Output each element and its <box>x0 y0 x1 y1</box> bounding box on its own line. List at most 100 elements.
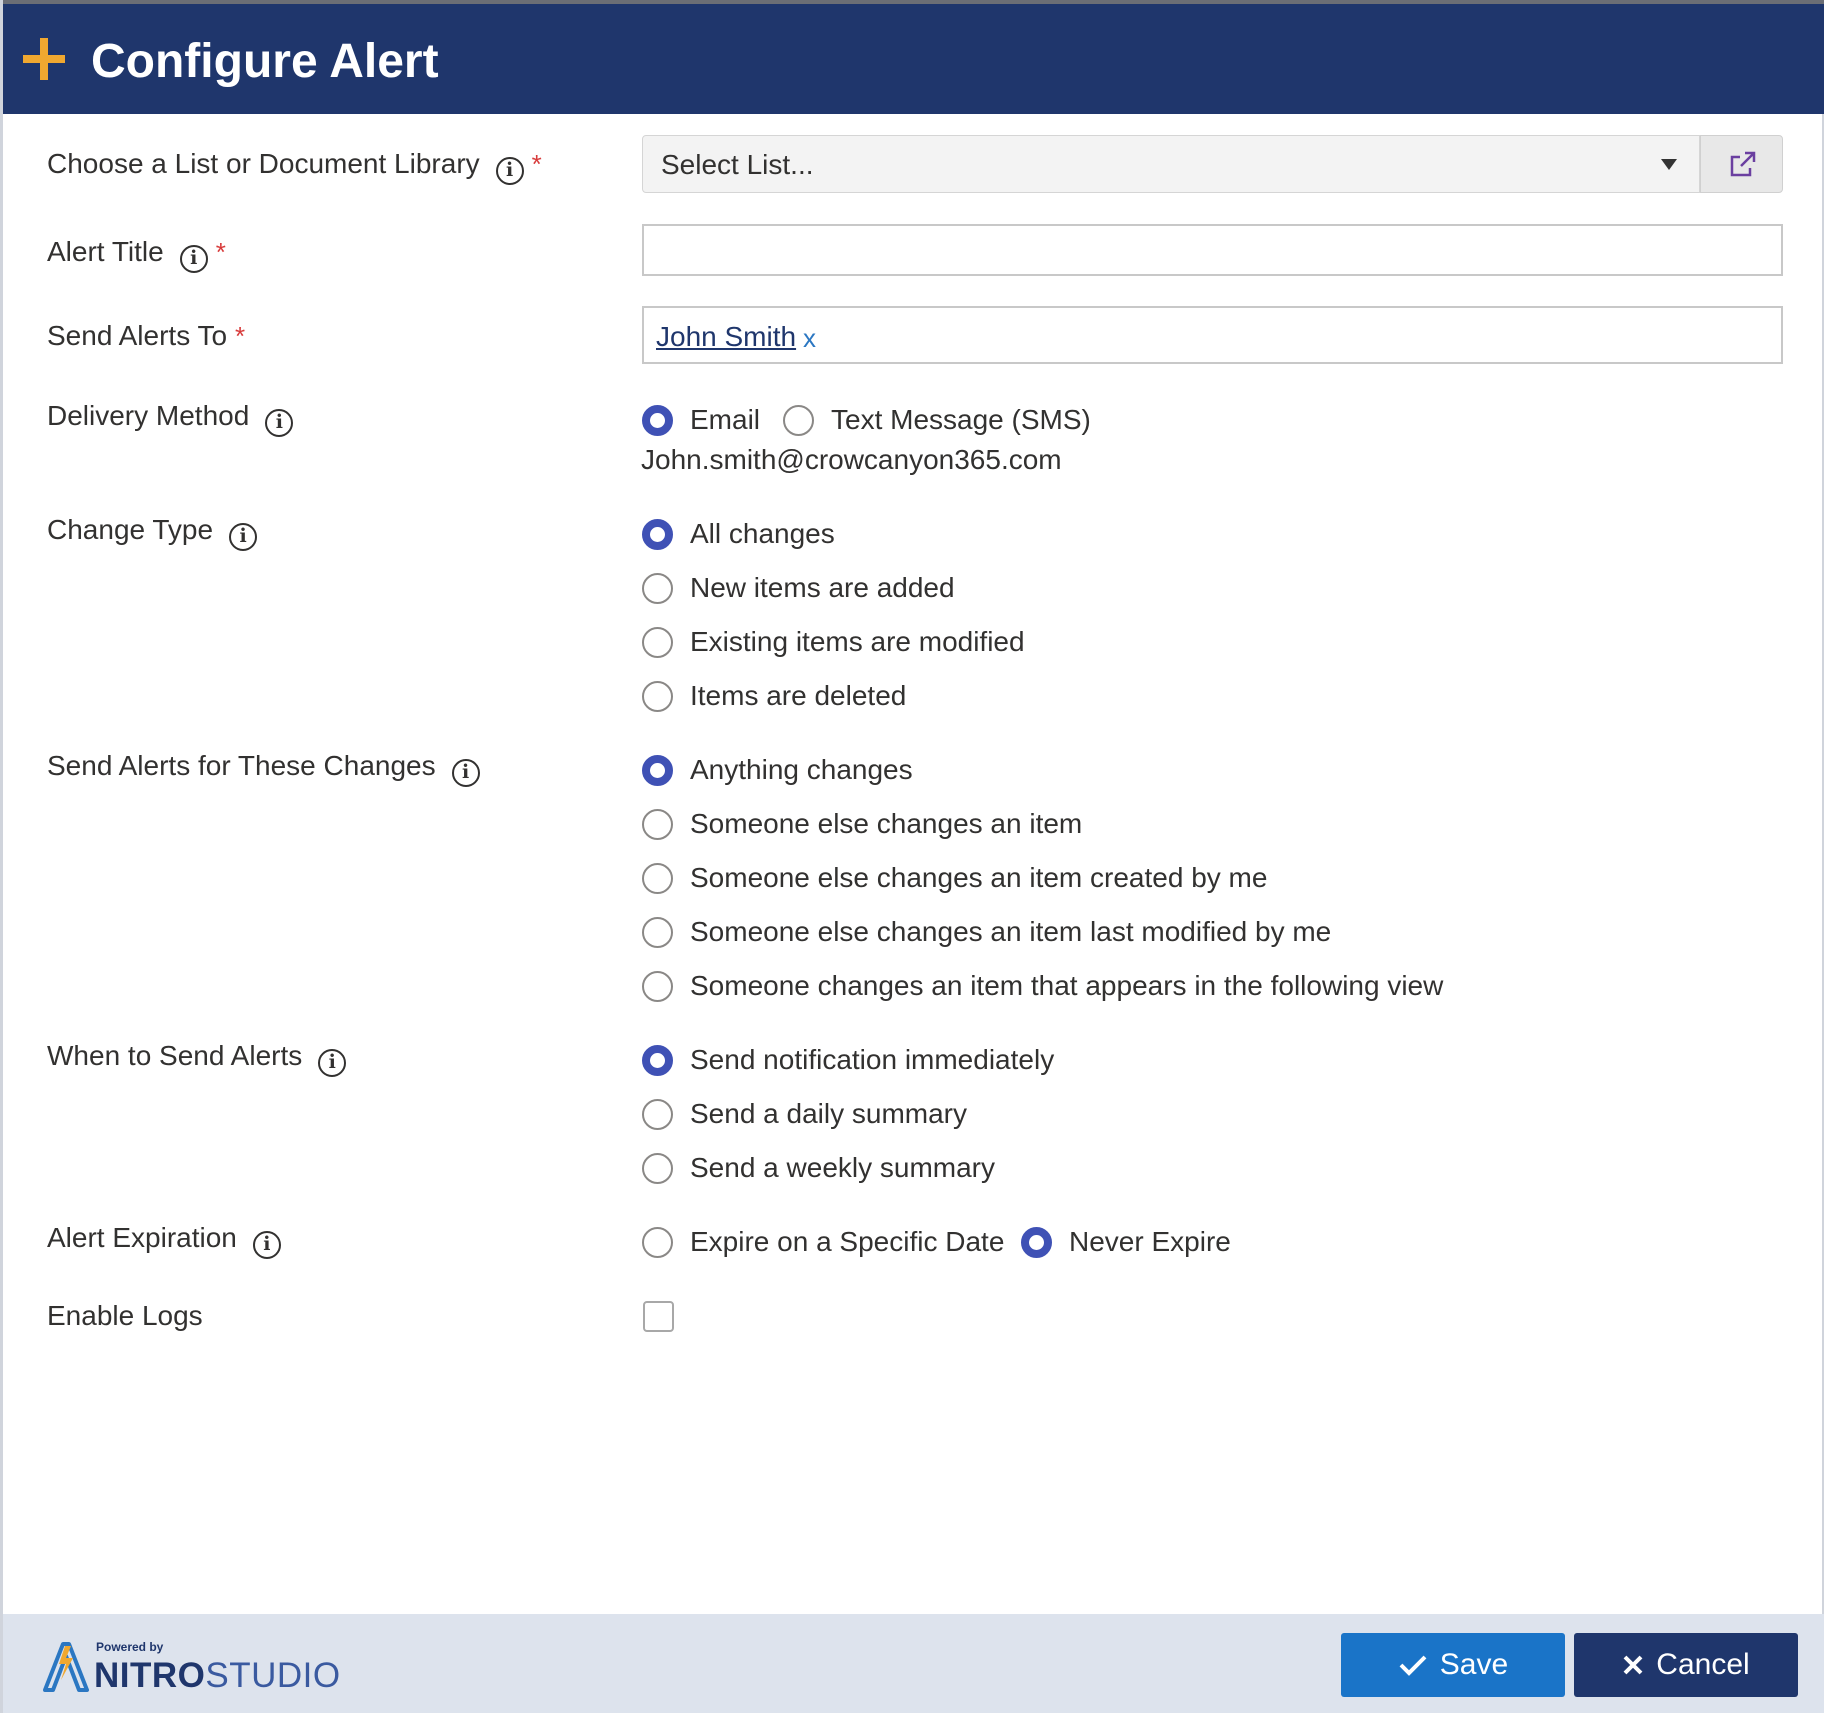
logs-label-row: Enable Logs <box>47 1298 203 1334</box>
change-type-option[interactable]: Items are deleted <box>642 676 906 716</box>
changes-filter-option[interactable]: Someone else changes an item created by … <box>642 858 1267 898</box>
radio-label: Existing items are modified <box>690 626 1025 657</box>
when-option[interactable]: Send a daily summary <box>642 1094 967 1134</box>
when-option[interactable]: Send a weekly summary <box>642 1148 995 1188</box>
radio-button[interactable] <box>642 1098 673 1130</box>
expiration-option-date[interactable]: Expire on a Specific Date <box>642 1222 1004 1262</box>
expiration-label-row: Alert Expiration i <box>47 1220 281 1259</box>
radio-label: Someone else changes an item <box>690 808 1083 839</box>
remove-person-button[interactable]: x <box>803 321 816 355</box>
brand-text: NITROSTUDIO <box>94 1656 341 1696</box>
save-label: Save <box>1439 1648 1509 1681</box>
logs-label: Enable Logs <box>47 1300 203 1331</box>
powered-by-text: Powered by <box>96 1640 164 1654</box>
delivery-option-sms[interactable]: Text Message (SMS) <box>783 400 1091 440</box>
when-label-row: When to Send Alerts i <box>47 1038 347 1077</box>
brand-bold: NITRO <box>94 1656 206 1695</box>
checkmark-icon <box>1399 1655 1427 1676</box>
cancel-button[interactable]: Cancel <box>1574 1633 1798 1697</box>
radio-label: All changes <box>690 518 835 549</box>
required-marker: * <box>235 321 246 351</box>
info-icon[interactable]: i <box>252 1231 281 1259</box>
open-list-button[interactable] <box>1700 135 1783 193</box>
nitro-logo-icon <box>43 1642 89 1692</box>
delivery-email-address: John.smith@crowcanyon365.com <box>641 444 1062 475</box>
radio-label: Someone else changes an item created by … <box>690 862 1268 893</box>
changes-filter-option[interactable]: Someone else changes an item last modifi… <box>642 912 1331 952</box>
info-icon[interactable]: i <box>318 1049 347 1077</box>
radio-button[interactable] <box>642 970 673 1002</box>
radio-button[interactable] <box>642 626 673 658</box>
radio-button[interactable] <box>642 916 673 948</box>
change-type-label-row: Change Type i <box>47 512 258 551</box>
info-icon[interactable]: i <box>495 157 524 185</box>
when-label: When to Send Alerts <box>47 1040 303 1071</box>
required-marker: * <box>531 149 542 179</box>
people-picker[interactable]: John Smith x <box>642 306 1783 364</box>
cancel-label: Cancel <box>1656 1648 1750 1681</box>
expiration-option-never[interactable]: Never Expire <box>1021 1222 1231 1262</box>
nitro-studio-logo: Powered by NITROSTUDIO <box>41 1636 341 1696</box>
changes-filter-option[interactable]: Someone changes an item that appears in … <box>642 966 1443 1006</box>
dialog-title: Configure Alert <box>91 35 439 88</box>
required-marker: * <box>215 237 226 267</box>
change-type-option[interactable]: Existing items are modified <box>642 622 1025 662</box>
info-icon[interactable]: i <box>265 409 294 437</box>
send-to-label-row: Send Alerts To * <box>47 318 245 354</box>
radio-button[interactable] <box>1021 1226 1052 1258</box>
change-type-option[interactable]: All changes <box>642 514 835 554</box>
radio-label: Never Expire <box>1069 1226 1231 1257</box>
radio-label: Expire on a Specific Date <box>690 1226 1005 1257</box>
radio-button[interactable] <box>642 518 673 550</box>
when-option[interactable]: Send notification immediately <box>642 1040 1054 1080</box>
brand-light: STUDIO <box>205 1656 341 1695</box>
changes-filter-label: Send Alerts for These Changes <box>47 750 436 781</box>
list-select-value: Select List... <box>661 149 814 180</box>
plus-icon <box>23 38 65 80</box>
changes-filter-label-row: Send Alerts for These Changes i <box>47 748 480 787</box>
radio-button[interactable] <box>642 404 673 436</box>
info-icon[interactable]: i <box>229 523 258 551</box>
info-icon[interactable]: i <box>451 759 480 787</box>
radio-label: New items are added <box>690 572 955 603</box>
dialog-header: Configure Alert <box>3 0 1824 114</box>
alert-title-input[interactable] <box>642 224 1783 276</box>
radio-button[interactable] <box>642 1044 673 1076</box>
radio-label: Someone else changes an item last modifi… <box>690 916 1332 947</box>
radio-button[interactable] <box>642 754 673 786</box>
radio-button[interactable] <box>642 808 673 840</box>
radio-button[interactable] <box>783 404 814 436</box>
delivery-label-row: Delivery Method i <box>47 398 294 437</box>
changes-filter-option[interactable]: Someone else changes an item <box>642 804 1082 844</box>
save-button[interactable]: Save <box>1341 1633 1565 1697</box>
radio-label: Text Message (SMS) <box>831 404 1091 435</box>
radio-label: Send notification immediately <box>690 1044 1055 1075</box>
alert-title-label: Alert Title <box>47 236 164 267</box>
send-to-label: Send Alerts To <box>47 320 228 351</box>
list-label-row: Choose a List or Document Library i * <box>47 146 542 185</box>
enable-logs-checkbox[interactable] <box>643 1301 674 1332</box>
changes-filter-option[interactable]: Anything changes <box>642 750 913 790</box>
expiration-label: Alert Expiration <box>47 1222 237 1253</box>
radio-button[interactable] <box>642 1226 673 1258</box>
change-type-label: Change Type <box>47 514 214 545</box>
list-label: Choose a List or Document Library <box>47 148 480 179</box>
info-icon[interactable]: i <box>179 245 208 273</box>
radio-label: Email <box>690 404 761 435</box>
radio-label: Anything changes <box>690 754 913 785</box>
delivery-option-email[interactable]: Email <box>642 400 760 440</box>
delivery-label: Delivery Method <box>47 400 250 431</box>
radio-button[interactable] <box>642 862 673 894</box>
radio-label: Send a daily summary <box>690 1098 968 1129</box>
list-select[interactable]: Select List... <box>642 135 1700 193</box>
radio-button[interactable] <box>642 680 673 712</box>
person-token[interactable]: John Smith <box>656 320 796 354</box>
radio-button[interactable] <box>642 1152 673 1184</box>
change-type-option[interactable]: New items are added <box>642 568 955 608</box>
radio-label: Someone changes an item that appears in … <box>690 970 1444 1001</box>
radio-label: Items are deleted <box>690 680 907 711</box>
radio-label: Send a weekly summary <box>690 1152 996 1183</box>
configure-alert-dialog: Configure Alert Choose a List or Documen… <box>0 0 1824 1713</box>
radio-button[interactable] <box>642 572 673 604</box>
alert-title-label-row: Alert Title i * <box>47 234 226 273</box>
